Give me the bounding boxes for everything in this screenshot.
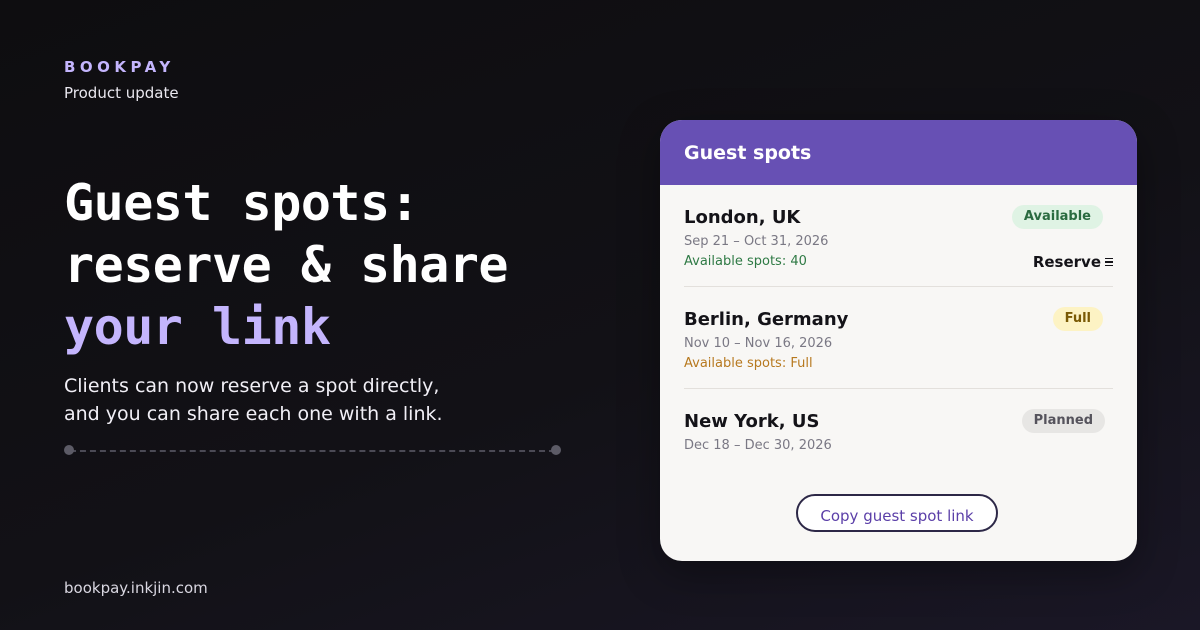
headline-line-2: reserve & share [64,236,509,294]
reserve-button[interactable]: Reserve [1033,253,1113,271]
divider-line [70,450,555,452]
card-header: Guest spots [660,120,1137,185]
brand-logo: BOOKPAY [64,58,175,76]
spot-row-new-york: New York, US Dec 18 – Dec 30, 2026 Plann… [684,409,1113,461]
spot-city: New York, US [684,411,820,432]
guest-spots-card: Guest spots London, UK Sep 21 – Oct 31, … [660,120,1137,561]
spot-city: Berlin, Germany [684,309,849,330]
headline-line-1: Guest spots: [64,174,420,232]
headline-line-3: your link [64,298,331,356]
spot-row-berlin: Berlin, Germany Nov 10 – Nov 16, 2026 Av… [684,307,1113,389]
spot-dates: Nov 10 – Nov 16, 2026 [684,336,833,351]
headline: Guest spots: reserve & share your link [64,172,509,358]
card-title: Guest spots [684,141,812,164]
copy-link-button[interactable]: Copy guest spot link [796,494,998,532]
status-badge: Planned [1021,409,1105,433]
status-badge: Full [1052,307,1103,331]
spot-row-london: London, UK Sep 21 – Oct 31, 2026 Availab… [684,205,1113,287]
spot-city: London, UK [684,207,801,228]
divider-dot-right [551,445,561,455]
description-line-2: and you can share each one with a link. [64,403,443,425]
spot-dates: Sep 21 – Oct 31, 2026 [684,234,829,249]
divider [64,445,561,455]
status-badge: Available [1011,205,1103,229]
page-subtitle: Product update [64,84,179,102]
reserve-label: Reserve [1032,253,1101,271]
spot-availability: Available spots: Full [684,356,813,371]
spot-dates: Dec 18 – Dec 30, 2026 [684,438,832,453]
description: Clients can now reserve a spot directly,… [64,372,484,428]
footer-url: bookpay.inkjin.com [64,579,208,597]
description-line-1: Clients can now reserve a spot directly, [64,375,440,397]
divider-dot-left [64,445,74,455]
menu-icon [1105,257,1113,267]
spot-availability: Available spots: 40 [684,254,807,269]
